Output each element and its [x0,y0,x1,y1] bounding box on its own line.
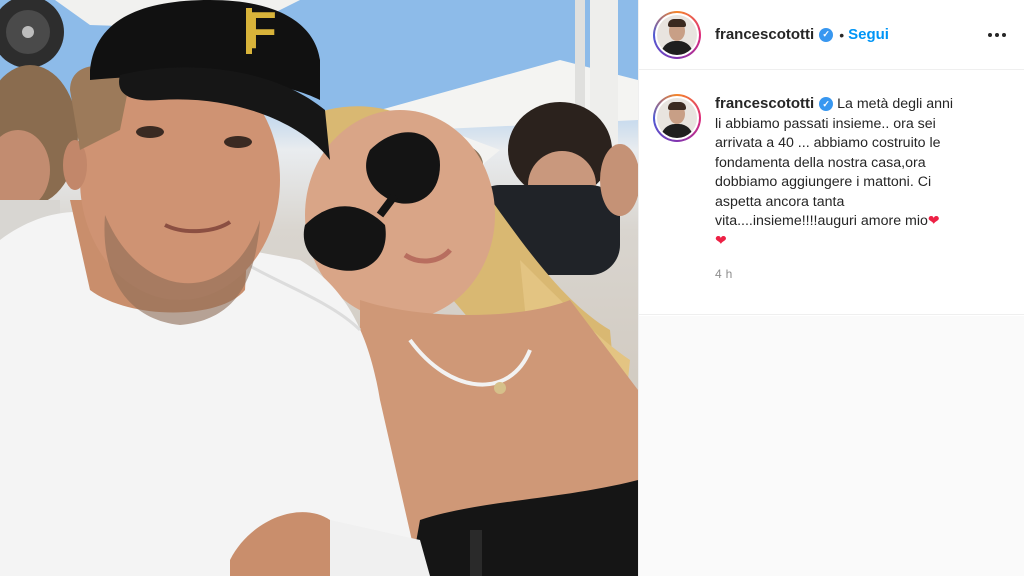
avatar [657,98,697,138]
caption-line: arrivata a 40 ... abbiamo costruito le [715,135,941,151]
post-photo[interactable]: F [0,0,638,576]
caption-avatar[interactable] [653,94,701,142]
verified-badge-icon: ✓ [819,27,834,42]
caption-line: dobbiamo aggiungere i mattoni. Ci [715,174,932,190]
separator-dot: • [839,26,845,43]
more-options-icon[interactable] [986,27,1008,43]
caption-line: li abbiamo passati insieme.. ora sei [715,115,936,132]
profile-avatar-story-ring[interactable] [653,10,701,59]
caption-text: francescototti ✓ La metà degli anni li ab… [715,94,1005,251]
caption-username[interactable]: francescototti [715,95,814,112]
caption-line: aspetta ancora tanta [715,193,845,210]
heart-emoji: ❤ [715,232,727,249]
post-timestamp[interactable]: 4 h [715,267,1005,281]
post-header: francescototti ✓ • Segui [639,0,1024,70]
header-username[interactable]: francescototti [715,26,814,43]
comments-area [639,316,1024,576]
verified-badge-icon: ✓ [819,97,834,112]
caption-comment: francescototti ✓ La metà degli anni li ab… [639,70,1024,315]
caption-line: vita....insieme!!!!auguri amore mio [715,213,928,229]
couple-selfie-image: F [0,0,638,576]
heart-emoji: ❤ [927,213,940,229]
caption-line: La metà degli anni [837,96,954,112]
caption-line: fondamenta della nostra casa,ora [715,154,926,171]
follow-button[interactable]: Segui [848,26,889,43]
avatar [657,14,697,55]
post-details-panel: francescototti ✓ • Segui francescototti ✓… [638,0,1024,576]
